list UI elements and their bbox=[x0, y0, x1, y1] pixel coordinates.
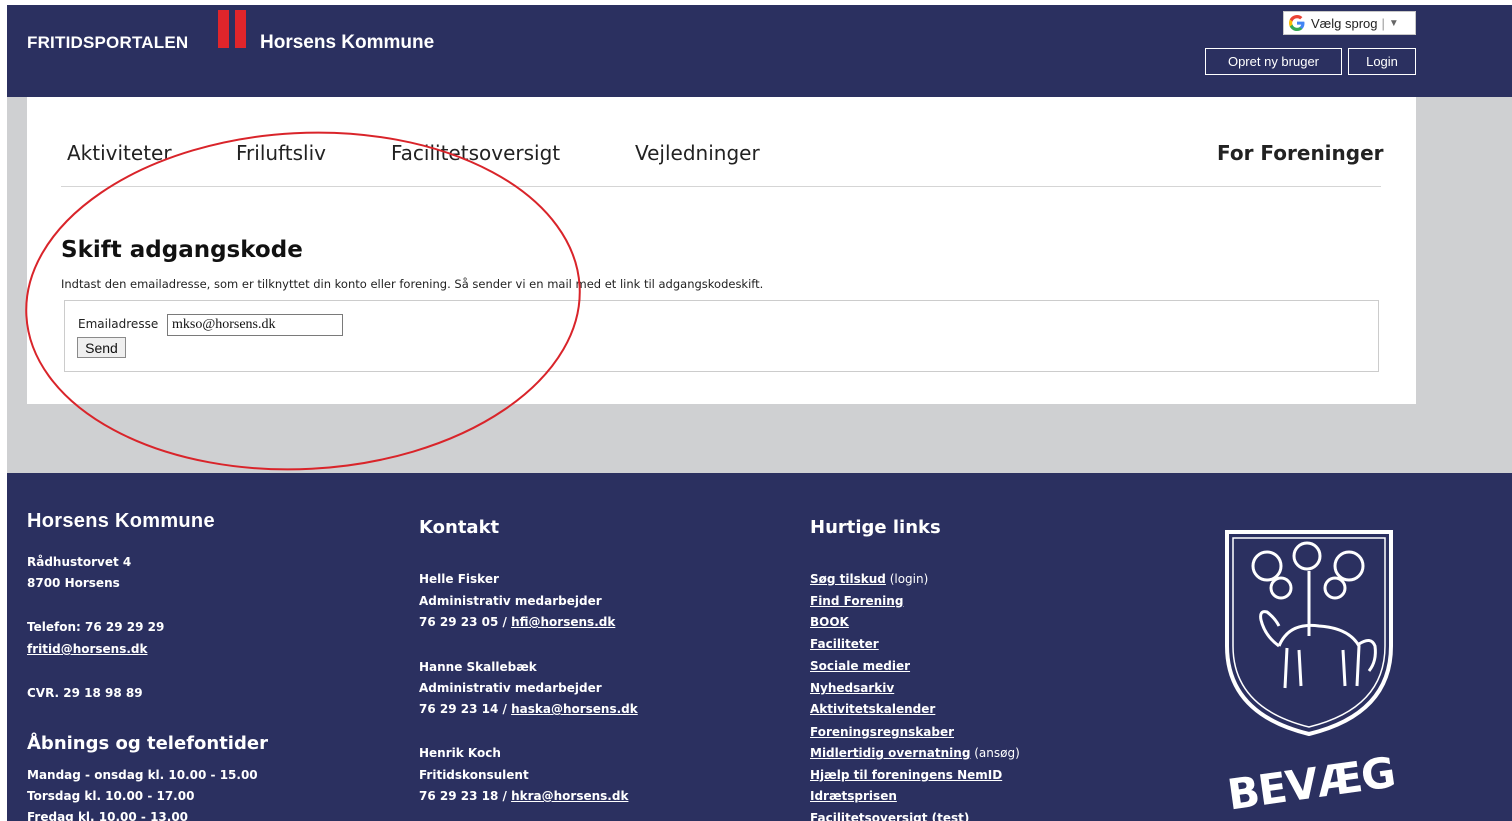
nav-divider bbox=[61, 186, 1381, 187]
footer-links-title: Hurtige links bbox=[810, 517, 941, 538]
kommune-logo-text[interactable]: Horsens Kommune bbox=[260, 32, 434, 54]
contact-phone-email: 76 29 23 14 / haska@horsens.dk bbox=[419, 702, 638, 716]
footer-hours-title: Åbnings og telefontider bbox=[27, 733, 268, 754]
footer-address2: 8700 Horsens bbox=[27, 576, 120, 590]
quick-link-item: Nyhedsarkiv bbox=[810, 681, 894, 695]
reset-password-form: Emailadresse Send bbox=[64, 300, 1379, 372]
horsens-logo-icon[interactable] bbox=[218, 10, 246, 48]
quick-link-item: Facilitetsoversigt (test) bbox=[810, 811, 969, 821]
nav-item-vejledninger[interactable]: Vejledninger bbox=[635, 141, 760, 165]
bevaeg-slogan: BEVÆG bbox=[1224, 747, 1398, 820]
quick-link[interactable]: Idrætsprisen bbox=[810, 789, 897, 803]
footer-hours-line1: Mandag - onsdag kl. 10.00 - 15.00 bbox=[27, 768, 258, 782]
contact-email-link[interactable]: hfi@horsens.dk bbox=[511, 615, 615, 629]
quick-link-item: Sociale medier bbox=[810, 659, 910, 673]
chevron-down-icon: ▼ bbox=[1388, 17, 1399, 29]
footer-address1: Rådhustorvet 4 bbox=[27, 555, 132, 569]
quick-link[interactable]: Hjælp til foreningens NemID bbox=[810, 768, 1002, 782]
register-button[interactable]: Opret ny bruger bbox=[1205, 48, 1342, 75]
site-footer: Horsens Kommune Rådhustorvet 4 8700 Hors… bbox=[7, 473, 1512, 821]
quick-link-item: Hjælp til foreningens NemID bbox=[810, 768, 1002, 782]
contact-role: Fritidskonsulent bbox=[419, 768, 529, 782]
quick-link-item: Find Forening bbox=[810, 594, 903, 608]
quick-link[interactable]: Faciliteter bbox=[810, 637, 879, 651]
nav-item-friluftsliv[interactable]: Friluftsliv bbox=[236, 141, 326, 165]
quick-link-item: Foreningsregnskaber bbox=[810, 725, 954, 739]
quick-link[interactable]: Foreningsregnskaber bbox=[810, 725, 954, 739]
quick-link[interactable]: BOOK bbox=[810, 615, 849, 629]
nav-item-aktiviteter[interactable]: Aktiviteter bbox=[67, 141, 172, 165]
contact-role: Administrativ medarbejder bbox=[419, 681, 602, 695]
footer-phone: Telefon: 76 29 29 29 bbox=[27, 620, 165, 634]
quick-link-item: Midlertidig overnatning (ansøg) bbox=[810, 746, 1020, 760]
page-title: Skift adgangskode bbox=[61, 237, 303, 263]
contact-name: Helle Fisker bbox=[419, 572, 499, 586]
language-separator: | bbox=[1381, 15, 1385, 31]
footer-hours-line2: Torsdag kl. 10.00 - 17.00 bbox=[27, 789, 195, 803]
quick-link[interactable]: Facilitetsoversigt (test) bbox=[810, 811, 969, 821]
footer-contact-title: Kontakt bbox=[419, 517, 500, 538]
quick-link[interactable]: Nyhedsarkiv bbox=[810, 681, 894, 695]
contact-role: Administrativ medarbejder bbox=[419, 594, 602, 608]
quick-link-item: BOOK bbox=[810, 615, 849, 629]
footer-cvr: CVR. 29 18 98 89 bbox=[27, 686, 143, 700]
quick-link-item: Idrætsprisen bbox=[810, 789, 897, 803]
footer-email-link[interactable]: fritid@horsens.dk bbox=[27, 642, 148, 656]
language-selector[interactable]: Vælg sprog | ▼ bbox=[1283, 11, 1416, 35]
page-description: Indtast den emailadresse, som er tilknyt… bbox=[61, 277, 764, 291]
contact-name: Hanne Skallebæk bbox=[419, 660, 537, 674]
contact-phone-email: 76 29 23 05 / hfi@horsens.dk bbox=[419, 615, 616, 629]
contact-email-link[interactable]: hkra@horsens.dk bbox=[511, 789, 628, 803]
footer-org-title: Horsens Kommune bbox=[27, 510, 215, 532]
quick-link[interactable]: Aktivitetskalender bbox=[810, 702, 935, 716]
portal-logo-text[interactable]: FRITIDSPORTALEN bbox=[27, 33, 188, 53]
language-label: Vælg sprog bbox=[1311, 15, 1378, 31]
quick-link-item: Aktivitetskalender bbox=[810, 702, 935, 716]
contact-name: Henrik Koch bbox=[419, 746, 501, 760]
quick-link[interactable]: Sociale medier bbox=[810, 659, 910, 673]
main-content: Aktiviteter Friluftsliv Facilitetsoversi… bbox=[27, 97, 1416, 404]
contact-phone-email: 76 29 23 18 / hkra@horsens.dk bbox=[419, 789, 629, 803]
footer-hours-line3: Fredag kl. 10.00 - 13.00 bbox=[27, 810, 189, 821]
email-label: Emailadresse bbox=[78, 317, 159, 331]
browser-viewport: FRITIDSPORTALEN Horsens Kommune Vælg spr… bbox=[7, 5, 1512, 821]
nav-item-facilitetsoversigt[interactable]: Facilitetsoversigt bbox=[391, 141, 560, 165]
quick-link-item: Søg tilskud (login) bbox=[810, 572, 929, 586]
email-input[interactable] bbox=[167, 314, 343, 336]
site-header: FRITIDSPORTALEN Horsens Kommune Vælg spr… bbox=[7, 5, 1512, 97]
quick-link[interactable]: Find Forening bbox=[810, 594, 903, 608]
send-button[interactable]: Send bbox=[77, 337, 126, 358]
horsens-crest-icon bbox=[1225, 530, 1393, 737]
contact-email-link[interactable]: haska@horsens.dk bbox=[511, 702, 638, 716]
google-icon bbox=[1287, 13, 1307, 33]
nav-item-for-foreninger[interactable]: For Foreninger bbox=[1217, 141, 1384, 165]
login-button[interactable]: Login bbox=[1348, 48, 1416, 75]
quick-link[interactable]: Søg tilskud bbox=[810, 572, 886, 586]
quick-link[interactable]: Midlertidig overnatning bbox=[810, 746, 970, 760]
quick-link-item: Faciliteter bbox=[810, 637, 879, 651]
